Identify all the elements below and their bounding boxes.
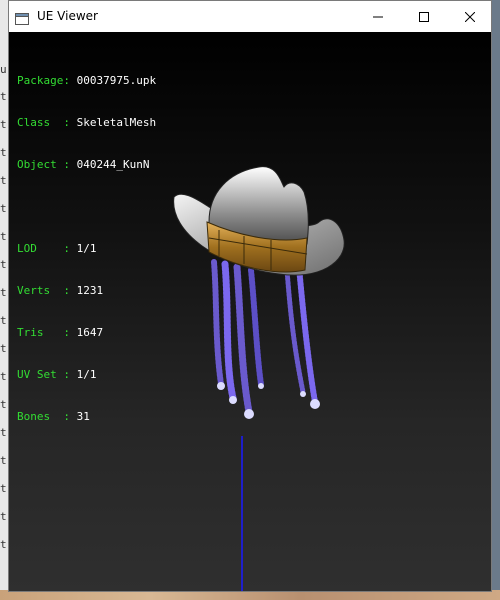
minimize-icon <box>373 7 383 26</box>
close-button[interactable] <box>447 1 493 32</box>
desktop-background-left: u t t t t t t t t t t t t t t t t t <box>0 0 8 600</box>
desktop-background-right <box>492 0 500 600</box>
info-bones-row: Bones : 31 <box>17 410 90 423</box>
close-icon <box>464 7 476 26</box>
info-lod-row: LOD : 1/1 <box>17 242 97 255</box>
window-icon <box>15 10 29 25</box>
info-object-row: Object : 040244_KunN <box>17 158 150 171</box>
minimize-button[interactable] <box>355 1 401 32</box>
mesh-info-overlay: Package: 00037975.upk Class : SkeletalMe… <box>17 46 156 452</box>
axis-line <box>241 436 243 591</box>
info-package-row: Package: 00037975.upk <box>17 74 157 87</box>
info-verts-row: Verts : 1231 <box>17 284 104 297</box>
info-class-row: Class : SkeletalMesh <box>17 116 157 129</box>
skeletal-mesh-render <box>173 166 345 419</box>
maximize-button[interactable] <box>401 1 447 32</box>
3d-viewport[interactable]: Package: 00037975.upk Class : SkeletalMe… <box>9 32 491 591</box>
mesh-braids <box>211 259 318 416</box>
ue-viewer-window[interactable]: UE Viewer Package: 00037975.upk Class : … <box>8 0 492 592</box>
title-bar[interactable]: UE Viewer <box>9 1 491 32</box>
window-title: UE Viewer <box>37 9 98 23</box>
info-uvset-row: UV Set : 1/1 <box>17 368 97 381</box>
maximize-icon <box>419 7 429 26</box>
info-tris-row: Tris : 1647 <box>17 326 104 339</box>
